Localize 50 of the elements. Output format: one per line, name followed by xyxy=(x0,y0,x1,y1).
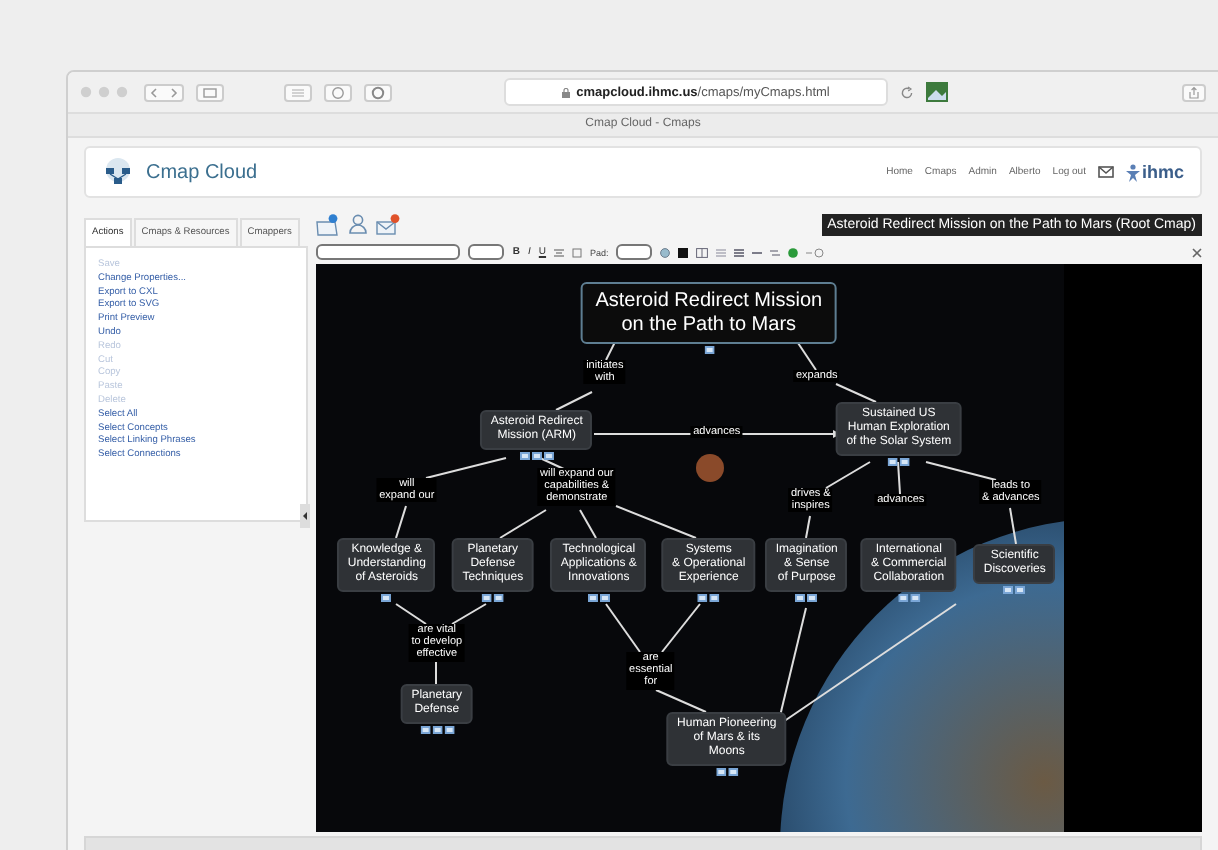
pad-select[interactable] xyxy=(616,244,653,260)
size-select[interactable] xyxy=(468,244,505,260)
fill-color-icon[interactable] xyxy=(678,247,689,257)
connection-line xyxy=(395,505,408,539)
connection-line xyxy=(435,661,438,685)
lock-icon xyxy=(562,87,571,97)
resource-icon[interactable] xyxy=(381,594,392,602)
layout-icon[interactable] xyxy=(696,247,709,257)
font-select[interactable] xyxy=(316,244,461,260)
list-icon[interactable] xyxy=(734,247,745,257)
network-logo-icon xyxy=(102,158,134,186)
connection-line xyxy=(661,603,702,653)
connection-line xyxy=(825,461,872,489)
person-icon[interactable] xyxy=(348,214,369,234)
connection-line xyxy=(795,339,818,371)
history-icon[interactable] xyxy=(806,247,825,257)
star-person-icon xyxy=(1125,163,1140,181)
collapse-handle-icon[interactable] xyxy=(300,504,311,528)
mail-icon[interactable] xyxy=(376,213,401,235)
connection-line xyxy=(897,461,902,495)
root-concept-node[interactable]: Asteroid Redirect Mission on the Path to Mars xyxy=(581,282,837,344)
connection-line xyxy=(579,509,598,539)
connection-line xyxy=(1009,507,1018,545)
mars-drawing xyxy=(696,454,725,482)
shadow-icon[interactable] xyxy=(572,247,583,257)
connection-line xyxy=(615,505,698,539)
extension-icon[interactable] xyxy=(926,82,948,102)
close-icon[interactable] xyxy=(1192,247,1202,257)
connection-line xyxy=(539,457,568,471)
reload-icon[interactable] xyxy=(900,85,914,99)
connection-line xyxy=(805,515,812,539)
back-forward-icon[interactable] xyxy=(144,83,184,101)
connection-line xyxy=(925,461,998,481)
connection-line xyxy=(655,689,708,713)
mail-icon[interactable] xyxy=(1097,166,1114,178)
connection-line xyxy=(425,457,508,479)
add-icon[interactable] xyxy=(788,247,799,257)
window-buttons-icon xyxy=(80,86,132,98)
connection-line xyxy=(395,603,428,625)
logo-text: Cmap Cloud xyxy=(146,161,258,183)
brand-logo-text: ihmc xyxy=(1141,162,1184,182)
folder-icon[interactable] xyxy=(316,213,341,235)
connection-line xyxy=(499,509,548,539)
line-icon[interactable] xyxy=(752,247,763,257)
connection-line xyxy=(835,383,878,403)
palette-icon[interactable] xyxy=(660,247,671,257)
connection-line xyxy=(555,391,594,411)
connection-line xyxy=(451,603,488,625)
connection-line xyxy=(605,603,642,653)
resource-icon[interactable] xyxy=(703,346,714,354)
